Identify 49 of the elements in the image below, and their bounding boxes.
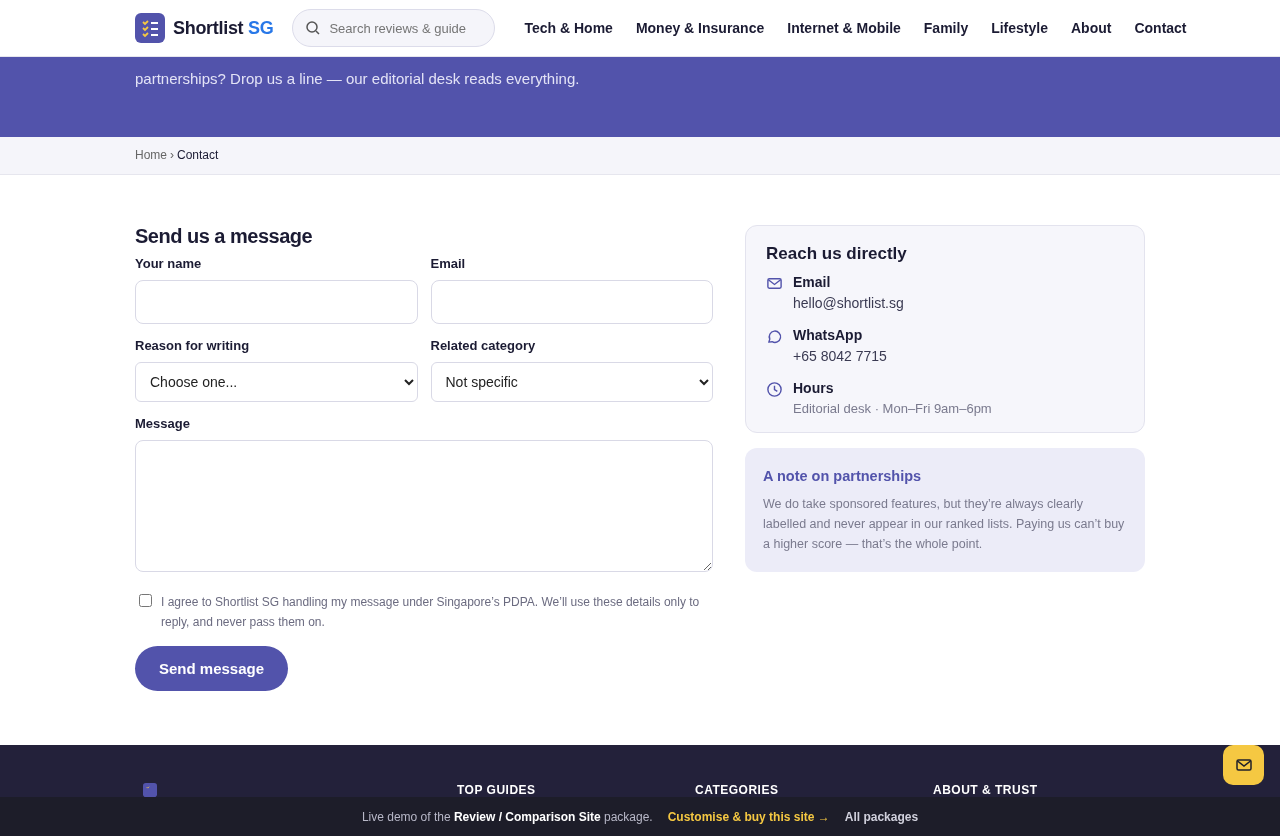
nav-link[interactable]: Contact <box>1134 20 1187 36</box>
buy-link[interactable]: Customise & buy this site → <box>667 809 830 824</box>
brand-name[interactable]: Shortlist SG <box>173 17 274 39</box>
search-icon <box>305 20 322 36</box>
envelope-icon <box>1234 756 1253 774</box>
contact-label: Hours <box>793 380 835 396</box>
breadcrumb-separator: › <box>170 148 174 162</box>
form-title: Send us a message <box>135 225 314 248</box>
contact-value: +65 8042 7715 <box>793 348 887 364</box>
breadcrumb-link[interactable]: Home <box>135 148 167 162</box>
consent-checkbox[interactable] <box>139 594 152 607</box>
send-button[interactable]: Send message <box>135 646 289 691</box>
breadcrumb-current: Contact <box>177 148 219 162</box>
nav-link[interactable]: About <box>1071 20 1112 36</box>
contact-label: WhatsApp <box>793 327 864 343</box>
footer-heading: CATEGORIES <box>695 783 780 797</box>
field-label: Message <box>135 416 191 431</box>
field-label: Related category <box>430 338 537 353</box>
note-text: We do take sponsored features, but they’re always clearly labelled and never appear in our ranked lists. Paying us can’t buy a higher score — that’s the whole point. <box>763 496 1126 553</box>
clock-icon <box>766 381 783 398</box>
consent-text: I agree to Shortlist SG handling my message under Singapore’s PDPA. We’ll use these details only to reply, and never pass them on. <box>161 594 701 631</box>
field-label: Your name <box>135 256 203 271</box>
search-field[interactable]: Search reviews & guide <box>292 9 496 47</box>
message-field[interactable] <box>135 440 713 572</box>
note-title: A note on partnerships <box>763 468 923 484</box>
select-dropdown[interactable]: Choose one... <box>135 362 418 402</box>
input-field[interactable] <box>135 280 418 324</box>
contact-value: Editorial desk · Mon–Fri 9am–6pm <box>793 401 992 416</box>
contact-label: Email <box>793 274 832 290</box>
nav-link[interactable]: Money & Insurance <box>635 20 765 36</box>
input-field[interactable] <box>430 280 713 324</box>
field-label: Email <box>430 256 467 271</box>
hero-text: partnerships? Drop us a line — our editorial desk reads everything. <box>135 70 581 87</box>
envelope-icon <box>766 275 783 292</box>
chat-bubble-icon <box>766 328 783 345</box>
nav-link[interactable]: Tech & Home <box>524 20 613 36</box>
demo-text: Live demo of the Review / Comparison Site package. <box>361 809 653 824</box>
contact-value: hello@shortlist.sg <box>793 295 904 311</box>
logo-icon[interactable] <box>135 13 165 43</box>
nav-link[interactable]: Lifestyle <box>991 20 1048 36</box>
footer-heading: TOP GUIDES <box>457 783 537 797</box>
select-dropdown[interactable]: Not specific <box>430 362 713 402</box>
field-label: Reason for writing <box>135 338 251 353</box>
footer-heading: ABOUT & TRUST <box>933 783 1039 797</box>
mail-button[interactable] <box>1223 745 1264 785</box>
card-title: Reach us directly <box>766 244 908 264</box>
nav-link[interactable]: Internet & Mobile <box>787 20 901 36</box>
nav-link[interactable]: Family <box>923 20 969 36</box>
packages-link[interactable]: All packages <box>844 809 919 824</box>
